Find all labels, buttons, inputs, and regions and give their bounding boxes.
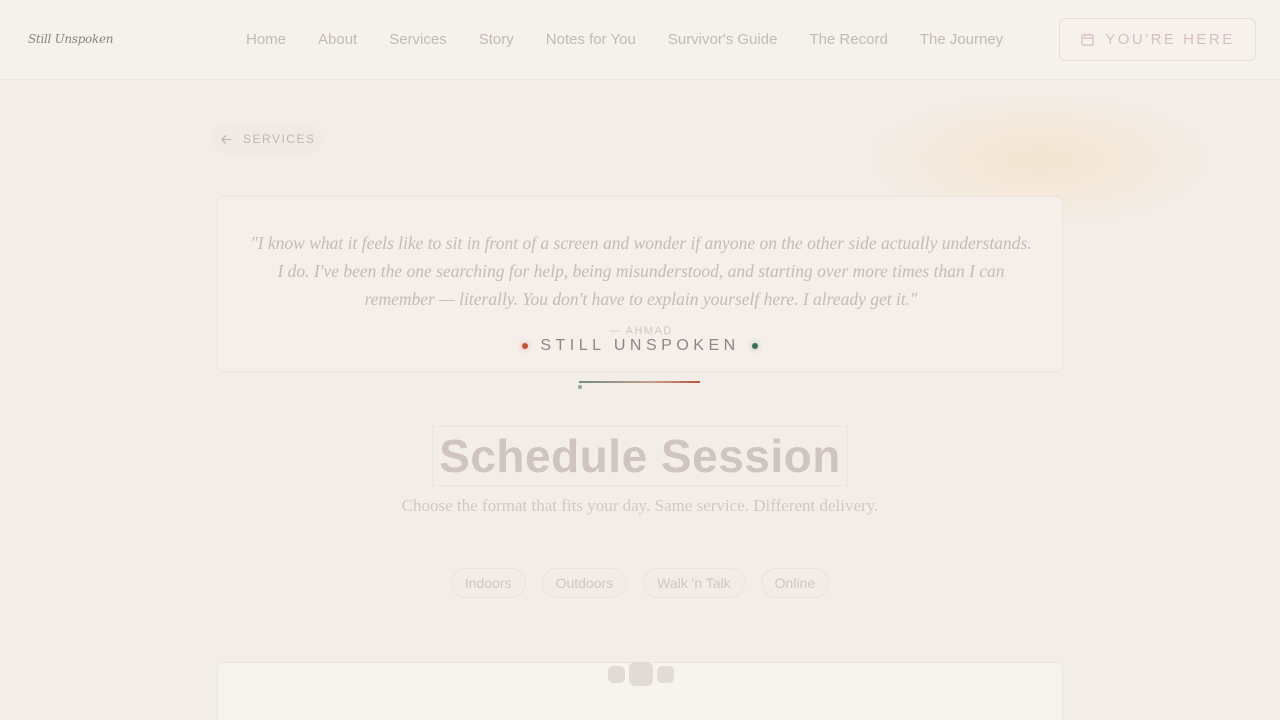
- page-title-text: Schedule Session: [432, 426, 848, 486]
- nav-notes-for-you[interactable]: Notes for You: [546, 31, 636, 48]
- green-dot-icon: [751, 343, 758, 349]
- loader-dot: [608, 665, 625, 683]
- brand-text: STILL UNSPOKEN: [540, 337, 740, 354]
- divider-line: [579, 381, 700, 383]
- format-online[interactable]: Online: [760, 568, 830, 598]
- page-title: Schedule Session: [0, 426, 1280, 486]
- divider-dot: [578, 385, 582, 389]
- brand-row: STILL UNSPOKEN: [0, 337, 1280, 355]
- nav-home[interactable]: Home: [246, 31, 286, 48]
- calendar-icon: [1081, 33, 1094, 46]
- nav-the-journey[interactable]: The Journey: [920, 31, 1003, 48]
- loader-dot: [657, 665, 674, 683]
- arrow-left-icon: [220, 134, 232, 144]
- main-nav: Home About Services Story Notes for You …: [246, 31, 1003, 48]
- back-label: SERVICES: [243, 132, 316, 146]
- red-dot-icon: [522, 343, 529, 349]
- quote-text: "I know what it feels like to sit in fro…: [250, 233, 1032, 309]
- youre-here-button[interactable]: YOU'RE HERE: [1059, 18, 1256, 61]
- cta-label: YOU'RE HERE: [1105, 31, 1235, 48]
- format-walk-n-talk[interactable]: Walk 'n Talk: [643, 568, 745, 598]
- quote-author: — AHMAD: [609, 325, 673, 337]
- loading-indicator: [608, 662, 674, 686]
- format-indoors[interactable]: Indoors: [450, 568, 526, 598]
- nav-services[interactable]: Services: [389, 31, 447, 48]
- page-subtitle: Choose the format that fits your day. Sa…: [401, 496, 879, 515]
- back-to-services-link[interactable]: SERVICES: [212, 124, 324, 154]
- loader-dot: [629, 662, 653, 686]
- site-header: Still Unspoken Home About Services Story…: [0, 0, 1280, 80]
- nav-the-record[interactable]: The Record: [809, 31, 887, 48]
- format-selector: Indoors Outdoors Walk 'n Talk Online: [0, 568, 1280, 598]
- site-logo[interactable]: Still Unspoken: [28, 32, 113, 46]
- nav-about[interactable]: About: [318, 31, 357, 48]
- nav-story[interactable]: Story: [479, 31, 514, 48]
- nav-survivors-guide[interactable]: Survivor's Guide: [668, 31, 778, 48]
- format-outdoors[interactable]: Outdoors: [541, 568, 628, 598]
